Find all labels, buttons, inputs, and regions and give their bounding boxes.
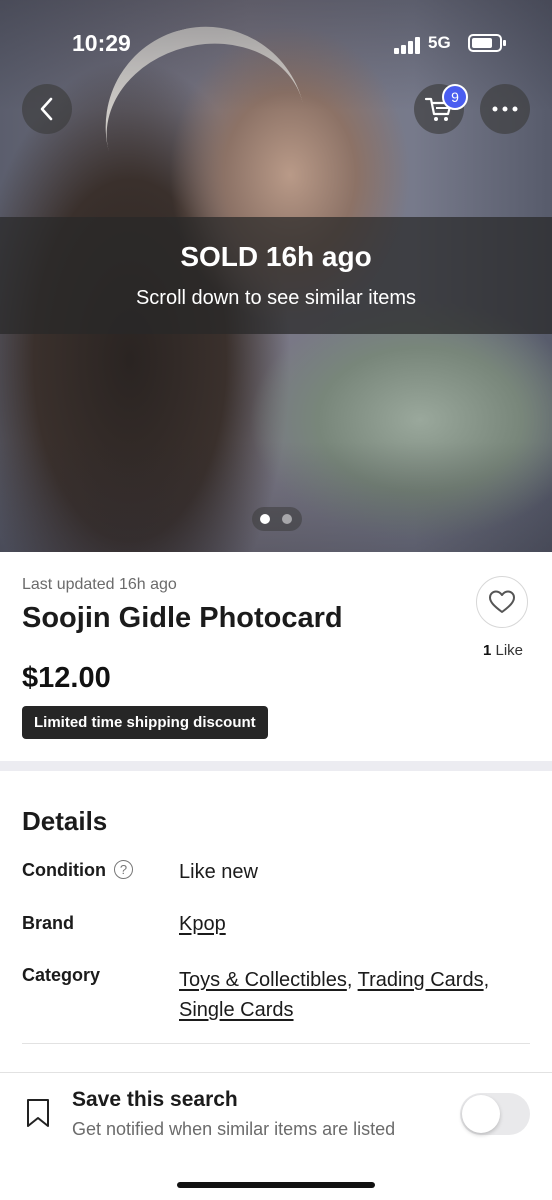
brand-link[interactable]: Kpop	[179, 913, 226, 935]
condition-row-label: Condition?	[22, 860, 133, 881]
help-circle-icon[interactable]: ?	[113, 860, 133, 879]
brand-label: Brand	[22, 913, 75, 933]
toggle-knob	[462, 1095, 500, 1133]
section-divider	[0, 761, 552, 771]
category-label: Category	[22, 965, 101, 985]
back-button[interactable]	[22, 84, 72, 134]
likes-number: 1	[482, 642, 492, 659]
product-title: Soojin Gidle Photocard	[22, 602, 343, 634]
heart-icon	[489, 590, 515, 613]
category-link-toys[interactable]: Toys & Collectibles	[179, 969, 347, 991]
likes-label: Like	[495, 642, 524, 659]
condition-value: Like new	[179, 861, 258, 883]
cart-count-badge: 9	[442, 84, 468, 110]
signal-icon	[394, 36, 422, 54]
brand-value: Kpop	[179, 913, 226, 936]
sold-banner: SOLD 16h ago Scroll down to see similar …	[0, 217, 552, 334]
shipping-discount-badge: Limited time shipping discount	[22, 706, 268, 739]
likes-count: 1 Like	[458, 642, 548, 659]
carousel-dot-active[interactable]	[260, 514, 270, 524]
save-search-toggle[interactable]	[460, 1093, 530, 1135]
more-options-button[interactable]	[480, 84, 530, 134]
sold-subtitle: Scroll down to see similar items	[135, 287, 417, 309]
like-button[interactable]	[476, 576, 528, 628]
status-bar: 10:29 5G	[0, 0, 552, 92]
details-divider	[22, 1043, 530, 1044]
condition-label: Condition	[22, 860, 106, 880]
sold-title: SOLD 16h ago	[180, 241, 372, 272]
more-dots-icon	[492, 106, 518, 112]
category-link-trading-cards[interactable]: Trading Cards	[358, 969, 484, 991]
chevron-left-icon	[40, 97, 53, 121]
save-search-divider	[0, 1072, 552, 1073]
bookmark-icon	[27, 1099, 49, 1127]
battery-icon	[468, 34, 506, 52]
carousel-dot[interactable]	[282, 514, 292, 524]
category-value: Toys & Collectibles, Trading Cards, Sing…	[179, 965, 529, 1025]
status-time: 10:29	[72, 30, 131, 56]
category-separator: ,	[483, 969, 490, 991]
save-search-subtitle: Get notified when similar items are list…	[72, 1119, 396, 1139]
home-indicator[interactable]	[177, 1182, 375, 1188]
save-search-title: Save this search	[72, 1088, 238, 1111]
network-label: 5G	[428, 33, 451, 52]
price: $12.00	[22, 662, 111, 694]
last-updated: Last updated 16h ago	[22, 576, 177, 593]
category-link-single-cards[interactable]: Single Cards	[179, 999, 294, 1021]
carousel-indicator	[252, 507, 302, 531]
details-heading: Details	[22, 806, 108, 836]
category-separator: ,	[346, 969, 353, 991]
